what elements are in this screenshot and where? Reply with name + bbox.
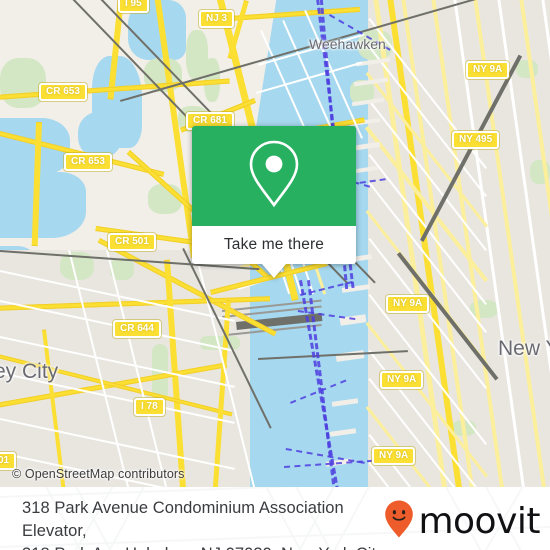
take-me-there-button[interactable]: Take me there [192, 226, 356, 278]
map-pin-icon [246, 138, 302, 215]
moovit-logo[interactable]: moovit [384, 499, 540, 544]
screenshot-root: Weehawken ey City New Y I 95 NJ 3 CR 653… [0, 0, 550, 550]
place-label-jersey-city: ey City [0, 360, 59, 383]
park-nyc-c [516, 60, 538, 78]
road-shield-cr501: CR 501 [108, 233, 156, 251]
road-shield-ny9a-a: NY 9A [466, 61, 510, 79]
road-shield-cr653-b: CR 653 [64, 153, 112, 171]
location-line-2: 318 Park Ave Hoboken, NJ 07030, New York… [22, 543, 412, 550]
callout-pin-panel [192, 126, 356, 226]
location-callout-card[interactable]: Take me there [192, 126, 356, 278]
road-shield-cr644: CR 644 [113, 320, 161, 338]
road-shield-nj3: NJ 3 [199, 10, 235, 28]
water-meadowlands-d [0, 172, 86, 238]
road-shield-ny9a-d: NY 9A [372, 447, 416, 465]
place-label-weehawken: Weehawken [309, 36, 386, 52]
place-label-new-york: New Y [498, 337, 550, 360]
water-pond-se [262, 390, 288, 412]
road-shield-i78: I 78 [134, 398, 165, 416]
take-me-there-label: Take me there [223, 236, 325, 253]
moovit-wordmark: moovit [418, 500, 540, 542]
road-shield-i95: I 95 [118, 0, 149, 13]
location-description: 318 Park Avenue Condominium Association … [22, 497, 412, 550]
callout-tail [262, 264, 286, 278]
road-shield-cr653-a: CR 653 [39, 83, 87, 101]
road-shield-ny9a-c: NY 9A [380, 371, 424, 389]
footer-bar: 318 Park Avenue Condominium Association … [0, 487, 550, 550]
osm-attribution[interactable]: © OpenStreetMap contributors [12, 467, 185, 481]
moovit-smiley-pin-icon [384, 499, 414, 544]
road-shield-ny9a-b: NY 9A [386, 295, 430, 313]
location-line-1: 318 Park Avenue Condominium Association … [22, 499, 344, 540]
road-shield-ny495: NY 495 [452, 131, 500, 149]
